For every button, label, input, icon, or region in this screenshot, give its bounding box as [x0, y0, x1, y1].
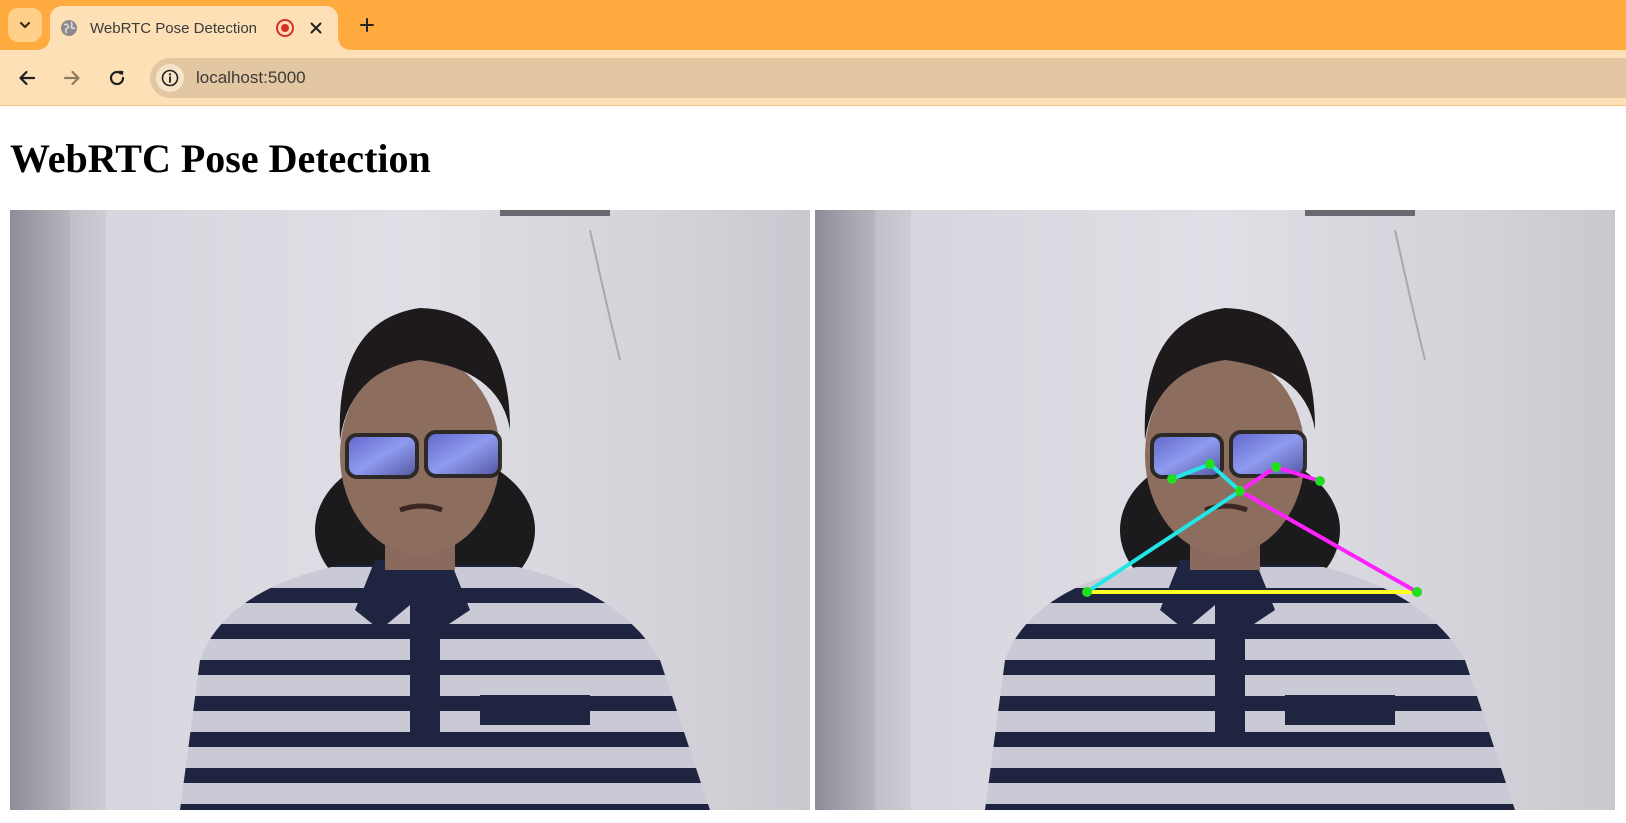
reload-button[interactable] — [101, 62, 133, 94]
tab-search-button[interactable] — [8, 8, 42, 42]
forward-button[interactable] — [56, 62, 88, 94]
tab-strip: WebRTC Pose Detection — [0, 0, 1626, 50]
keypoint-left-eye — [1271, 462, 1281, 472]
tab-title: WebRTC Pose Detection — [90, 19, 258, 37]
keypoint-nose — [1235, 486, 1245, 496]
new-tab-button[interactable] — [352, 10, 382, 40]
page-content: WebRTC Pose Detection — [0, 107, 1626, 823]
camera-scene — [10, 210, 810, 810]
keypoint-right-eye — [1205, 459, 1215, 469]
browser-toolbar: localhost:5000 — [0, 50, 1626, 106]
keypoint-right-ear — [1167, 474, 1177, 484]
keypoint-right-shoulder — [1082, 587, 1092, 597]
close-icon[interactable] — [304, 16, 328, 40]
address-bar[interactable]: localhost:5000 — [150, 58, 1626, 98]
arrow-left-icon — [19, 70, 36, 86]
back-button[interactable] — [11, 62, 43, 94]
local-video — [10, 210, 810, 810]
browser-tab[interactable]: WebRTC Pose Detection — [38, 6, 350, 50]
page-title: WebRTC Pose Detection — [10, 136, 431, 181]
keypoint-left-shoulder — [1412, 587, 1422, 597]
arrow-right-icon — [63, 70, 80, 86]
keypoint-left-ear — [1315, 476, 1325, 486]
chevron-down-icon — [19, 21, 31, 29]
camera-scene — [815, 210, 1615, 810]
reload-icon — [109, 70, 125, 86]
plus-icon — [360, 18, 374, 32]
globe-icon — [60, 19, 78, 37]
pose-video — [815, 210, 1615, 810]
url-text[interactable]: localhost:5000 — [196, 68, 306, 88]
info-icon[interactable] — [156, 64, 184, 92]
record-icon — [276, 19, 295, 37]
